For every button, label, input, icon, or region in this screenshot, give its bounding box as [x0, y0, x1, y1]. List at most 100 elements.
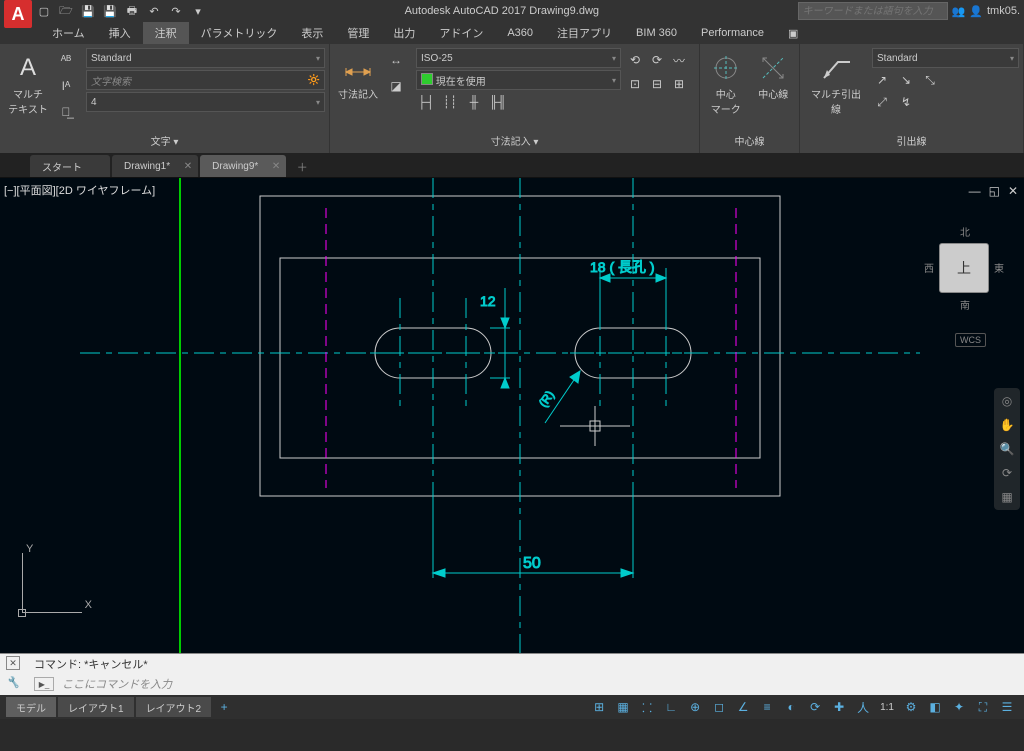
qat-open-icon[interactable]: 🗁 [58, 3, 74, 19]
qat-dropdown-icon[interactable]: ▾ [190, 3, 206, 19]
leader-remove-icon[interactable]: ↘ [896, 70, 916, 90]
status-grid-icon[interactable]: ▦ [612, 697, 634, 717]
status-snap-icon[interactable]: ⸬ [636, 697, 658, 717]
ribbon-tab-output[interactable]: 出力 [381, 22, 427, 44]
add-layout-icon[interactable]: + [213, 697, 235, 717]
dim-tool3-icon[interactable]: 〰 [669, 50, 689, 70]
dim-tool1-icon[interactable]: ⟲ [625, 50, 645, 70]
text-height-dropdown[interactable]: 4▾ [86, 92, 325, 112]
mtext-icon: A [12, 52, 44, 84]
text-find-icon[interactable]: ǀᴬ [56, 76, 76, 96]
status-annomonitor-icon[interactable]: ✚ [828, 697, 850, 717]
status-customize-icon[interactable]: ☰ [996, 697, 1018, 717]
dim-layer-icon[interactable]: ◪ [386, 76, 406, 96]
ribbon-tab-a360[interactable]: A360 [495, 22, 545, 44]
text-style-icon[interactable]: ᴬᴮ [56, 50, 76, 70]
qat-redo-icon[interactable]: ↷ [168, 3, 184, 19]
user-account[interactable]: 👥 👤 tmk05. [952, 5, 1020, 18]
dim-tool4-icon[interactable]: ⊡ [625, 74, 645, 94]
layout-tab-model[interactable]: モデル [6, 697, 56, 717]
file-tab-start[interactable]: スタート [30, 155, 110, 177]
text-height-icon[interactable]: Ａ̲ [56, 102, 76, 122]
dim-continue-icon[interactable]: ╫ [464, 92, 484, 112]
status-lineweight-icon[interactable]: ≡ [756, 697, 778, 717]
ribbon-tab-parametric[interactable]: パラメトリック [189, 22, 290, 44]
status-osnap-icon[interactable]: ◻ [708, 697, 730, 717]
ucs-icon[interactable]: Y X [12, 543, 92, 623]
dim-slot-text: 18 ( 長孔 ) [590, 259, 655, 275]
leader-align-icon[interactable]: ⤡ [920, 70, 940, 90]
layout-tab-1[interactable]: レイアウト1 [58, 697, 134, 717]
leader-style-dropdown[interactable]: Standard▾ [872, 48, 1019, 68]
text-style-dropdown[interactable]: Standard▾ [86, 48, 325, 68]
dim-linear-icon[interactable]: ├┤ [416, 92, 436, 112]
close-tab-icon[interactable]: ✕ [272, 161, 280, 172]
mtext-button[interactable]: A マルチ テキスト [4, 48, 52, 120]
leader-tool-icon[interactable]: ↯ [896, 92, 916, 112]
close-cmdline-icon[interactable]: ✕ [6, 656, 20, 670]
status-transparency-icon[interactable]: ◐ [780, 697, 802, 717]
drawing-area[interactable]: [−][平面図][2D ワイヤフレーム] — ◱ ✕ 北 南 東 西 上 WCS… [0, 178, 1024, 653]
dim-style-icon[interactable]: ↔ [386, 50, 406, 70]
mleader-button[interactable]: マルチ引出線 [804, 48, 868, 120]
dim-tool5-icon[interactable]: ⊟ [647, 74, 667, 94]
command-input-row[interactable]: 🔧 ▶_ ここにコマンドを入力 [0, 673, 1024, 695]
ribbon-tab-featured[interactable]: 注目アプリ [545, 22, 624, 44]
search-go-icon[interactable]: 🔆 [308, 75, 320, 86]
status-cleanscreen-icon[interactable]: ⛶ [972, 697, 994, 717]
new-tab-button[interactable]: ＋ [292, 157, 312, 177]
panel-text-title[interactable]: 文字 ▾ [4, 133, 325, 149]
status-annoscale-icon[interactable]: 人 [852, 697, 874, 717]
qat-save-icon[interactable]: 💾 [80, 3, 96, 19]
leader-collect-icon[interactable]: ⤢ [872, 92, 892, 112]
qat-undo-icon[interactable]: ↶ [146, 3, 162, 19]
dim-quick-icon[interactable]: ┊┊ [440, 92, 460, 112]
dim-style-dropdown[interactable]: ISO-25▾ [416, 48, 621, 68]
status-polar-icon[interactable]: ⊕ [684, 697, 706, 717]
qat-new-icon[interactable]: ▢ [36, 3, 52, 19]
panel-center-title: 中心線 [704, 133, 795, 149]
centerline-button[interactable]: 中心線 [752, 48, 796, 105]
status-otrack-icon[interactable]: ∠ [732, 697, 754, 717]
ribbon-tab-insert[interactable]: 挿入 [97, 22, 143, 44]
ribbon-tab-performance[interactable]: Performance [689, 22, 776, 44]
qat-plot-icon[interactable]: 🖶 [124, 3, 140, 19]
panel-dim-title[interactable]: 寸法記入 ▾ [334, 133, 695, 149]
panel-leader-title[interactable]: 引出線 [804, 133, 1019, 149]
ribbon-tab-strip: ホーム 挿入 注釈 パラメトリック 表示 管理 出力 アドイン A360 注目ア… [0, 22, 1024, 44]
customize-cmdline-icon[interactable]: 🔧 [6, 676, 20, 690]
window-title: Autodesk AutoCAD 2017 Drawing9.dwg [206, 5, 798, 17]
ribbon-tab-annotate[interactable]: 注釈 [143, 22, 189, 44]
layout-tab-2[interactable]: レイアウト2 [136, 697, 212, 717]
help-search-input[interactable] [798, 2, 948, 20]
user-name: tmk05. [987, 5, 1020, 17]
dim-layer-dropdown[interactable]: 現在を使用▾ [416, 70, 621, 90]
ribbon-tab-bim360[interactable]: BIM 360 [624, 22, 689, 44]
file-tab-drawing9[interactable]: Drawing9*✕ [200, 155, 286, 177]
text-search-input[interactable]: 文字検索🔆 [86, 70, 325, 90]
dimension-button[interactable]: 寸法記入 [334, 48, 382, 105]
status-isoplane-icon[interactable]: ◧ [924, 697, 946, 717]
quick-access-toolbar: ▢ 🗁 💾 💾 🖶 ↶ ↷ ▾ [36, 3, 206, 19]
close-tab-icon[interactable]: ✕ [184, 161, 192, 172]
leader-add-icon[interactable]: ↗ [872, 70, 892, 90]
ucs-y-label: Y [26, 543, 33, 555]
ribbon-tab-view[interactable]: 表示 [289, 22, 335, 44]
ribbon-tab-addins[interactable]: アドイン [427, 22, 495, 44]
dim-tool2-icon[interactable]: ⟳ [647, 50, 667, 70]
ribbon-tab-home[interactable]: ホーム [40, 22, 97, 44]
status-model-icon[interactable]: ⊞ [588, 697, 610, 717]
file-tab-drawing1[interactable]: Drawing1*✕ [112, 155, 198, 177]
status-ortho-icon[interactable]: ∟ [660, 697, 682, 717]
ribbon-tab-extra-icon[interactable]: ▣ [776, 22, 810, 44]
ribbon-tab-manage[interactable]: 管理 [335, 22, 381, 44]
qat-saveas-icon[interactable]: 💾 [102, 3, 118, 19]
status-scale-text[interactable]: 1:1 [876, 702, 898, 713]
centermark-button[interactable]: 中心 マーク [704, 48, 748, 120]
dim-tool6-icon[interactable]: ⊞ [669, 74, 689, 94]
app-logo[interactable]: A [4, 0, 32, 28]
dim-baseline-icon[interactable]: ╟╢ [488, 92, 508, 112]
status-hardware-icon[interactable]: ✦ [948, 697, 970, 717]
status-workspace-icon[interactable]: ⚙ [900, 697, 922, 717]
status-cycling-icon[interactable]: ⟳ [804, 697, 826, 717]
